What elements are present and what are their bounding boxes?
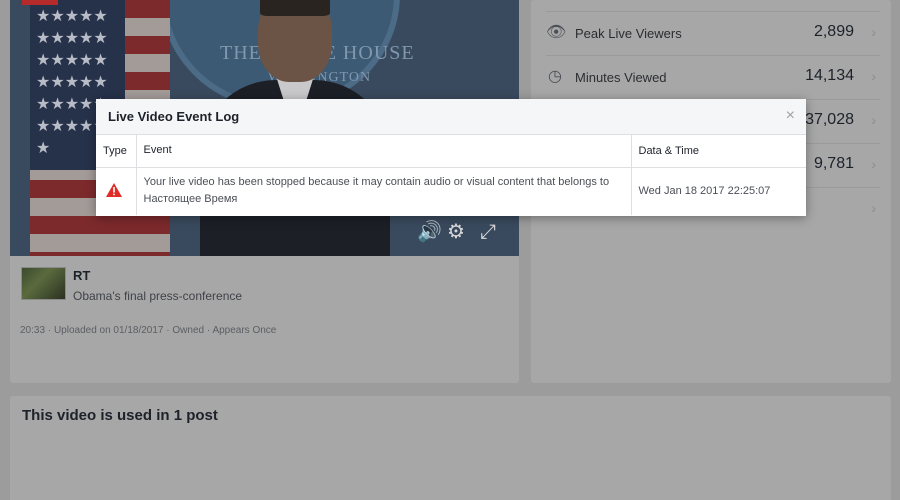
event-log-table: Type Event Data & Time Your live video h… xyxy=(96,135,806,215)
appearance-count[interactable]: Appears Once xyxy=(212,325,276,336)
channel-name[interactable]: RT xyxy=(73,268,90,283)
table-header-row: Type Event Data & Time xyxy=(96,135,806,168)
stat-value: 2,899 xyxy=(813,23,854,40)
posts-heading: This video is used in 1 post xyxy=(22,407,218,424)
volume-icon[interactable]: 🔊 xyxy=(417,222,442,242)
row-event-text: Your live video has been stopped because… xyxy=(136,167,632,215)
live-badge xyxy=(22,0,58,5)
close-icon[interactable]: × xyxy=(786,107,795,125)
fullscreen-icon[interactable]: ⤢ xyxy=(480,222,496,242)
chevron-right-icon: › xyxy=(871,24,876,40)
eye-icon: 👁 xyxy=(546,24,567,41)
chevron-right-icon: › xyxy=(871,200,876,216)
video-meta: 20:33 · Uploaded on 01/18/2017 · Owned ·… xyxy=(20,325,276,336)
stat-row-minutes-viewed[interactable]: ◷ Minutes Viewed 14,134 › xyxy=(546,56,880,100)
column-header-event: Event xyxy=(136,135,632,168)
ownership-status: Owned xyxy=(172,325,205,336)
chevron-right-icon: › xyxy=(871,112,876,128)
stat-label: Minutes Viewed xyxy=(575,70,667,85)
column-header-datetime[interactable]: Data & Time xyxy=(631,135,806,168)
upload-date: Uploaded on 01/18/2017 xyxy=(53,325,164,336)
chevron-right-icon: › xyxy=(871,68,876,84)
video-thumbnail[interactable] xyxy=(21,267,66,300)
speaker-hair xyxy=(260,0,330,16)
row-type-cell xyxy=(96,167,137,215)
row-datetime: Wed Jan 18 2017 22:25:07 xyxy=(638,185,771,198)
clock-icon: ◷ xyxy=(548,68,562,85)
stat-value: 9,781 xyxy=(813,155,854,172)
stat-row-top[interactable]: › xyxy=(546,0,880,12)
dialog-title: Live Video Event Log xyxy=(108,109,240,124)
video-title: Obama's final press-conference xyxy=(73,289,243,303)
video-duration: 20:33 xyxy=(20,325,46,336)
stat-row-peak-live-viewers[interactable]: 👁 Peak Live Viewers 2,899 › xyxy=(546,12,880,56)
gear-icon[interactable]: ⚙ xyxy=(447,222,465,242)
stat-label: Peak Live Viewers xyxy=(575,26,682,41)
stat-value: 14,134 xyxy=(805,67,854,84)
warning-icon xyxy=(106,182,122,197)
stat-value: 37,028 xyxy=(805,111,854,128)
dialog-header: Live Video Event Log × xyxy=(96,99,806,135)
table-row: Your live video has been stopped because… xyxy=(96,167,806,215)
event-log-dialog: Live Video Event Log × Type Event Data &… xyxy=(96,99,806,216)
column-header-type: Type xyxy=(96,135,137,168)
chevron-right-icon: › xyxy=(871,156,876,172)
posts-card: This video is used in 1 post xyxy=(10,396,891,500)
